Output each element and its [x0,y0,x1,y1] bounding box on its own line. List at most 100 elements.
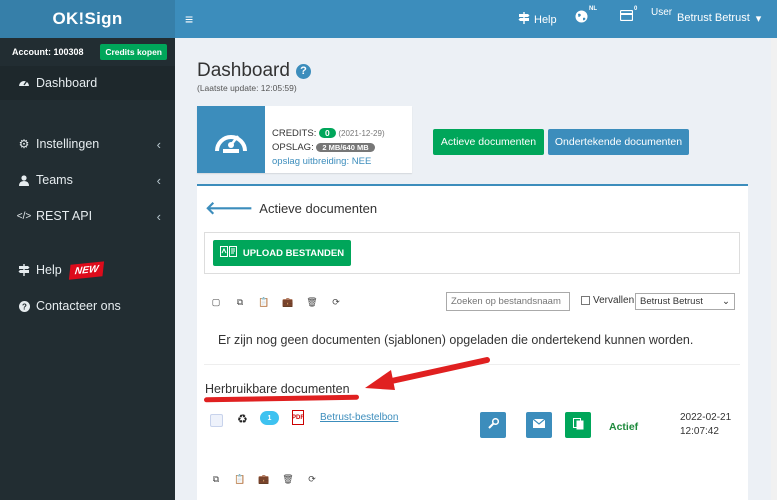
usage-count-badge: 1 [260,411,279,425]
active-documents-panel: 🡐 Actieve documenten UPLOAD BESTANDEN ▢ … [197,184,748,500]
speedometer-icon [197,106,265,173]
credits-date: (2021-12-29) [338,129,385,138]
storage-badge: 2 MB/640 MB [316,143,375,152]
copy-document-button[interactable] [565,412,591,438]
sidebar-item-label: Contacteer ons [36,299,121,313]
sidebar-item-label: REST API [36,209,93,223]
svg-text:?: ? [22,302,27,311]
sidebar-item-instellingen[interactable]: ⚙ Instellingen ‹ [0,126,175,162]
status-badge: Actief [609,421,639,433]
help-icon[interactable]: ? [295,63,311,79]
section-title: 🡐 Actieve documenten [205,198,377,219]
language-code: NL [589,6,597,12]
sidebar-nav: Dashboard ⚙ Instellingen ‹ Teams ‹ </> R… [0,66,175,500]
main-content: Dashboard ? (Laatste update: 12:05:59) C… [175,38,777,500]
account-row: Account: 100308 Credits kopen [0,38,175,66]
chevron-left-icon: ‹ [156,136,161,152]
sidebar: OK!Sign Account: 100308 Credits kopen Da… [0,0,175,500]
caret-down-icon: ▾ [755,13,762,25]
sidebar-item-teams[interactable]: Teams ‹ [0,162,175,198]
code-icon: </> [16,210,32,222]
document-time: 12:07:42 [680,426,719,437]
expired-filter[interactable]: Vervallen [581,295,634,306]
sidebar-item-label: Teams [36,173,73,187]
upload-files-button[interactable]: UPLOAD BESTANDEN [213,240,351,266]
recycle-icon: ♻ [237,412,248,426]
upload-files-icon [219,246,238,260]
sidebar-item-contact[interactable]: ? Contacteer ons [0,288,175,324]
question-circle-icon: ? [16,300,32,312]
sidebar-item-label: Help [36,263,62,277]
scrollbar[interactable] [771,38,777,500]
top-navbar: ≡ Help NL 0 User Betrust Betrust ▾ [175,0,777,164]
sidebar-item-rest-api[interactable]: </> REST API ‹ [0,198,175,234]
account-info-text: CREDITS: 0 (2021-12-29) OPSLAG: 2 MB/640… [272,126,385,169]
select-all-icon[interactable]: ▢ [204,292,228,312]
expired-checkbox[interactable] [581,296,590,305]
top-help-label: Help [534,13,557,26]
search-input[interactable] [446,292,570,311]
app-logo[interactable]: OK!Sign [0,0,175,38]
trash-icon[interactable]: 🗑 [276,469,300,489]
page-title: Dashboard ? [197,60,311,82]
table-row[interactable]: ♻ 1 PDF Betrust-bestelbon Actief 2022-02… [197,406,748,448]
avatar-alt: User [651,7,673,18]
user-filter-value: Betrust Betrust [640,296,703,307]
user-menu[interactable]: User Betrust Betrust ▾ [651,7,762,164]
cogs-icon: ⚙ [18,137,30,151]
envelope-icon [532,418,546,431]
copy-icon[interactable]: ⧉ [204,469,228,489]
copy-document-icon [572,417,584,433]
document-link[interactable]: Betrust-bestelbon [320,412,398,423]
page-title-text: Dashboard [197,60,290,81]
avatar: User [651,7,685,164]
section-title-text: Actieve documenten [259,201,378,216]
signpost-icon [16,264,32,276]
user-icon [16,174,32,186]
storage-extension-link[interactable]: opslag uitbreiding: NEE [272,155,385,169]
sidebar-item-dashboard[interactable]: Dashboard [0,66,175,100]
signed-documents-button[interactable]: Ondertekende documenten [548,129,689,155]
expired-label: Vervallen [593,295,635,306]
credit-card-icon [619,9,634,24]
signpost-icon [518,12,530,27]
language-selector[interactable]: NL [575,6,597,26]
user-name: Betrust Betrust [677,12,750,24]
top-help-link[interactable]: Help [518,12,557,27]
reusable-documents-title: Herbruikbare documenten [205,382,350,396]
account-info-box: CREDITS: 0 (2021-12-29) OPSLAG: 2 MB/640… [197,106,412,173]
refresh-icon[interactable]: ⟳ [300,469,324,489]
document-timestamp: 2022-02-21 12:07:42 [680,411,731,439]
sidebar-item-label: Instellingen [36,137,100,151]
briefcase-icon[interactable]: 💼 [252,469,276,489]
document-date: 2022-02-21 [680,412,732,423]
table-toolbar: ▢ ⧉ 📋 💼 🗑 ⟳ [204,292,348,314]
settings-button[interactable] [480,412,506,438]
sidebar-item-label: Dashboard [36,76,98,90]
dashboard-icon [16,77,32,89]
arrow-left-icon[interactable]: 🡐 [205,198,253,219]
buy-credits-button[interactable]: Credits kopen [100,44,167,60]
refresh-icon[interactable]: ⟳ [324,292,348,312]
paste-icon[interactable]: 📋 [252,292,276,312]
reusable-toolbar: ⧉ 📋 💼 🗑 ⟳ [204,469,324,491]
last-update: (Laatste update: 12:05:59) [197,83,297,93]
user-filter-select[interactable]: Betrust Betrust ⌄ [635,293,735,310]
briefcase-icon[interactable]: 💼 [276,292,300,312]
card-count: 0 [634,6,638,12]
hamburger-menu-icon[interactable]: ≡ [185,11,193,27]
pdf-icon: PDF [292,410,304,425]
sidebar-item-help[interactable]: Help NEW [0,252,175,288]
active-documents-button[interactable]: Actieve documenten [433,129,544,155]
credits-label: CREDITS: [272,128,317,139]
annotation-arrow [365,357,490,390]
trash-icon[interactable]: 🗑 [300,292,324,312]
copy-icon[interactable]: ⧉ [228,292,252,312]
account-label: Account: 100308 [12,47,84,57]
credit-card-menu[interactable]: 0 [619,6,637,24]
row-checkbox[interactable] [210,414,223,427]
paste-icon[interactable]: 📋 [228,469,252,489]
credits-badge: 0 [318,128,336,138]
new-badge: NEW [68,260,105,280]
email-button[interactable] [526,412,552,438]
